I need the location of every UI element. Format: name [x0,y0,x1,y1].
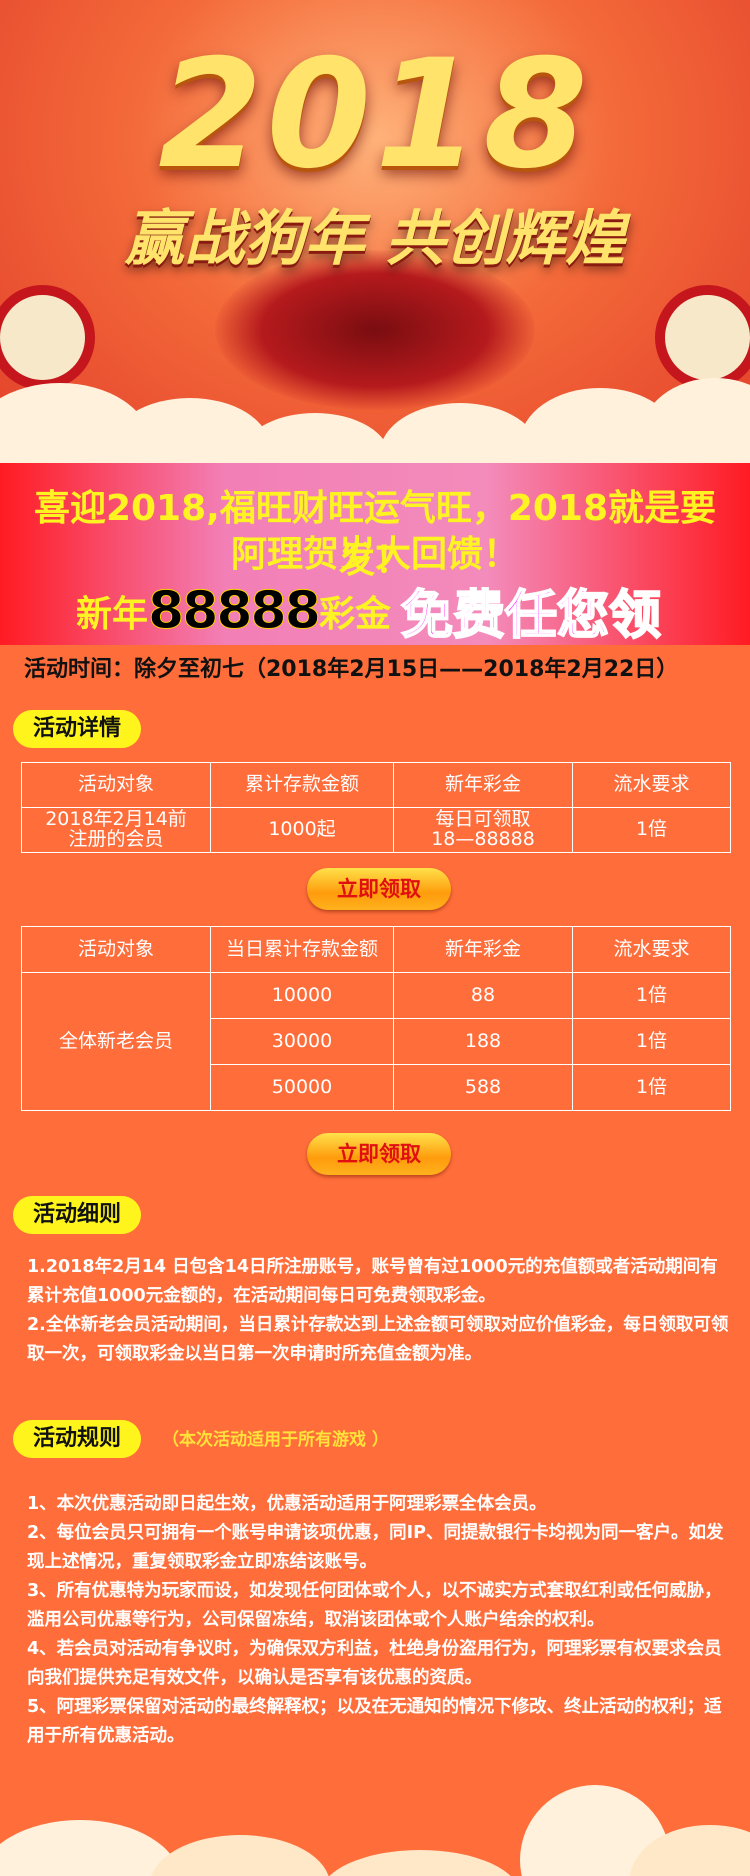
hero-slogan: 赢战狗年 共创辉煌 [124,204,626,274]
section-title-terms: 活动细则 [13,1196,142,1234]
table-header: 流水要求 [572,762,731,808]
table-header: 累计存款金额 [210,762,394,808]
table-cell: 2018年2月14前 注册的会员 [21,807,211,853]
table-header: 流水要求 [572,926,731,973]
table-cell: 188 [393,1018,573,1065]
table-row: 2018年2月14前 注册的会员 1000起 每日可领取 18—88888 1倍 [21,807,731,853]
table-header-row: 活动对象 累计存款金额 新年彩金 流水要求 [21,762,731,808]
terms-item: 2.全体新老会员活动期间，当日累计存款达到上述金额可领取对应价值彩金，每日领取可… [27,1315,729,1364]
rules-item: 4、若会员对活动有争议时，为确保双方利益，杜绝身份盗用行为，阿理彩票有权要求会员… [27,1639,722,1688]
table-cell: 10000 [210,972,394,1019]
terms-item: 1.2018年2月14 日包含14日所注册账号，账号曾有过1000元的充值额或者… [27,1257,718,1306]
rules-item: 3、所有优惠特为玩家而设，如发现任何团体或个人，以不诚实方式套取红利或任何威胁，… [27,1581,722,1630]
banner-line-3: 新年 88888 彩金 免费任您领 [76,573,662,648]
section-title-rules: 活动规则 [13,1420,142,1458]
table-cell: 每日可领取 18—88888 [393,807,573,853]
footer-clouds-decoration [0,1780,750,1876]
claim-button-2[interactable]: 立即领取 [307,1133,451,1175]
rules-note: （本次活动适用于所有游戏 ） [162,1430,389,1450]
claim-button[interactable]: 立即领取 [307,868,451,910]
rules-item: 1、本次优惠活动即日起生效，优惠活动适用于阿理彩票全体会员。 [27,1494,547,1514]
table-header: 新年彩金 [393,762,573,808]
table-header: 活动对象 [21,926,211,973]
rules-item: 2、每位会员只可拥有一个账号申请该项优惠，同IP、同提款银行卡均视为同一客户。如… [27,1523,724,1572]
banner-amount: 88888 [148,580,322,641]
hero-year: 2018 [158,28,592,202]
table-cell: 50000 [210,1064,394,1111]
table-header-row: 活动对象 当日累计存款金额 新年彩金 流水要求 [21,926,731,973]
rules-text: 1、本次优惠活动即日起生效，优惠活动适用于阿理彩票全体会员。 2、每位会员只可拥… [27,1490,732,1751]
banner-prefix: 新年 [76,593,149,635]
banner-line-2: 阿理贺岁大回馈！ [230,534,519,575]
table-cell: 30000 [210,1018,394,1065]
terms-text: 1.2018年2月14 日包含14日所注册账号，账号曾有过1000元的充值额或者… [27,1253,732,1369]
activity-time: 活动时间：除夕至初七（2018年2月15日——2018年2月22日） [24,657,679,682]
table-header: 当日累计存款金额 [210,926,394,973]
rules-item: 5、阿理彩票保留对活动的最终解释权；以及在无通知的情况下修改、终止活动的权利；适… [27,1697,722,1746]
table-cell: 588 [393,1064,573,1111]
table-cell: 1倍 [572,1018,731,1065]
promo-banner: 喜迎2018,福旺财旺运气旺，2018就是要发！ 阿理贺岁大回馈！ 新年 888… [0,463,750,648]
table-row: 全体新老会员 10000 88 1倍 [21,972,731,1111]
table-header: 活动对象 [21,762,211,808]
clouds-decoration [0,353,750,463]
table-cell: 1000起 [210,807,394,853]
banner-suffix: 彩金 [318,593,391,635]
hero-banner: 2018 赢战狗年 共创辉煌 [0,0,750,463]
table-header: 新年彩金 [393,926,573,973]
table-cell: 88 [393,972,573,1019]
table-all-members: 活动对象 当日累计存款金额 新年彩金 流水要求 全体新老会员 10000 88 … [21,926,731,1111]
table-cell: 1倍 [572,972,731,1019]
table-cell: 1倍 [572,807,731,853]
table-registered-members: 活动对象 累计存款金额 新年彩金 流水要求 2018年2月14前 注册的会员 1… [21,762,731,853]
section-title-details: 活动详情 [13,710,142,748]
banner-highlight: 免费任您领 [400,585,662,647]
table-cell-target: 全体新老会员 [21,972,211,1111]
table-cell: 1倍 [572,1064,731,1111]
